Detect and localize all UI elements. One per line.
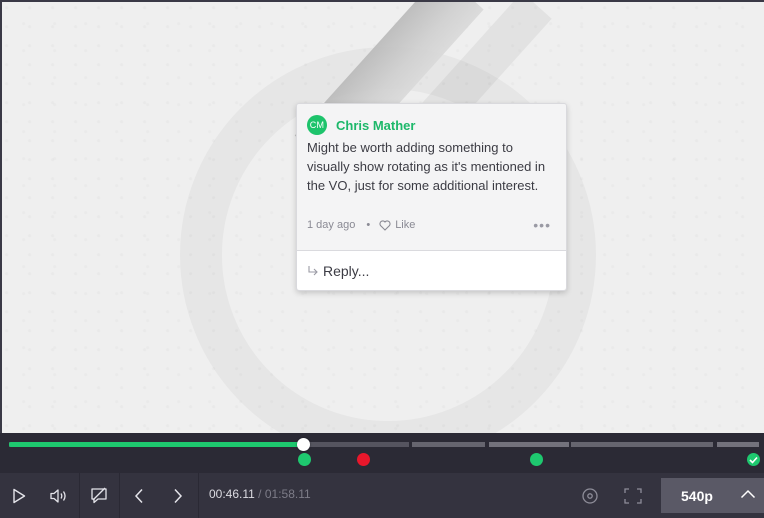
- reply-arrow-icon: [308, 265, 318, 275]
- play-icon: [12, 488, 25, 503]
- chevron-up-icon: [740, 489, 756, 499]
- next-button[interactable]: [159, 473, 197, 518]
- playhead-handle[interactable]: [297, 438, 310, 451]
- fullscreen-button[interactable]: [614, 473, 652, 518]
- comment-card: CM Chris Mather Might be worth adding so…: [296, 103, 567, 291]
- checkmark-icon: [749, 456, 758, 464]
- comment-marker[interactable]: [530, 453, 543, 466]
- control-separator: [198, 473, 199, 518]
- timeline-segment[interactable]: [489, 442, 569, 447]
- like-label: Like: [395, 219, 416, 231]
- current-time: 00:46.11: [209, 487, 255, 501]
- total-time: / 01:58.11: [258, 487, 311, 501]
- fullscreen-icon: [624, 487, 642, 504]
- comment-timestamp: 1 day ago: [307, 219, 356, 231]
- play-button[interactable]: [0, 473, 37, 518]
- timeline-progress: [9, 442, 304, 447]
- avatar: CM: [307, 115, 327, 135]
- more-options-button[interactable]: •••: [533, 217, 551, 233]
- target-button[interactable]: [572, 473, 608, 518]
- previous-button[interactable]: [120, 473, 158, 518]
- video-frame[interactable]: CM Chris Mather Might be worth adding so…: [0, 0, 764, 433]
- volume-icon: [50, 488, 66, 503]
- timeline-segment[interactable]: [717, 442, 759, 447]
- completed-marker[interactable]: [747, 453, 760, 466]
- comment-author[interactable]: Chris Mather: [336, 118, 415, 133]
- timeline-segment[interactable]: [412, 442, 485, 447]
- comment-marker[interactable]: [298, 453, 311, 466]
- quality-selector[interactable]: 540p: [661, 478, 764, 513]
- comment-toggle-icon: [91, 487, 107, 504]
- reply-input[interactable]: Reply...: [297, 251, 566, 290]
- like-button[interactable]: Like: [379, 219, 415, 231]
- target-icon: [582, 487, 598, 504]
- quality-label: 540p: [681, 487, 713, 504]
- control-bar: 00:46.11 / 01:58.11 540p: [0, 473, 764, 518]
- meta-separator: •: [366, 219, 371, 231]
- comment-marker[interactable]: [357, 453, 370, 466]
- reply-placeholder: Reply...: [323, 262, 370, 279]
- timeline[interactable]: [0, 433, 764, 473]
- heart-icon: [379, 219, 391, 231]
- time-display: 00:46.11 / 01:58.11: [209, 487, 311, 501]
- comment-header: CM Chris Mather: [307, 115, 415, 135]
- comment-meta: 1 day ago • Like •••: [307, 217, 557, 233]
- volume-button[interactable]: [40, 473, 78, 518]
- comments-toggle-button[interactable]: [80, 473, 118, 518]
- prev-icon: [134, 488, 143, 503]
- next-icon: [174, 488, 183, 503]
- timeline-segment[interactable]: [571, 442, 713, 447]
- comment-text: Might be worth adding something to visua…: [307, 140, 546, 193]
